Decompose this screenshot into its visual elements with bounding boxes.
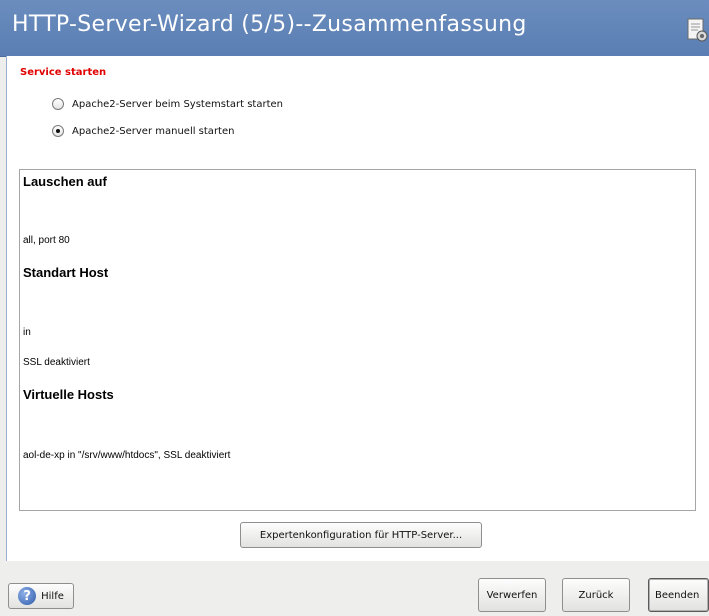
summary-heading-default-host: Standart Host [23,265,109,280]
radio-label-start-manually: Apache2-Server manuell starten [72,125,235,137]
summary-line-listen-port: all, port 80 [23,235,70,246]
help-icon: ? [18,587,37,605]
summary-line-ssl: SSL deaktiviert [23,357,90,368]
finish-button[interactable]: Beenden [648,578,709,612]
radio-start-on-boot[interactable]: Apache2-Server beim Systemstart starten [52,96,283,112]
service-heading: Service starten [20,67,107,78]
summary-heading-listen: Lauschen auf [23,174,107,189]
help-button-label: Hilfe [41,590,64,602]
discard-button[interactable]: Verwerfen [478,578,546,612]
summary-heading-virtual-hosts: Virtuelle Hosts [23,387,114,402]
summary-line-default-host: in [23,327,31,338]
expert-configuration-button[interactable]: Expertenkonfiguration für HTTP-Server... [240,522,482,548]
document-settings-icon [687,18,708,42]
radio-button-unchecked[interactable] [52,98,64,110]
window-title: HTTP-Server-Wizard (5/5)--Zusammenfassun… [12,12,527,37]
radio-button-checked[interactable] [52,125,64,137]
radio-label-start-on-boot: Apache2-Server beim Systemstart starten [72,98,283,110]
radio-start-manually[interactable]: Apache2-Server manuell starten [52,123,234,139]
summary-line-virtual-host: aol-de-xp in "/srv/www/htdocs", SSL deak… [23,450,231,461]
back-button[interactable]: Zurück [562,578,630,612]
title-bar: HTTP-Server-Wizard (5/5)--Zusammenfassun… [0,0,709,57]
summary-text-view[interactable]: Lauschen auf all, port 80 Standart Host … [19,169,696,511]
help-button[interactable]: ? Hilfe [8,583,74,609]
